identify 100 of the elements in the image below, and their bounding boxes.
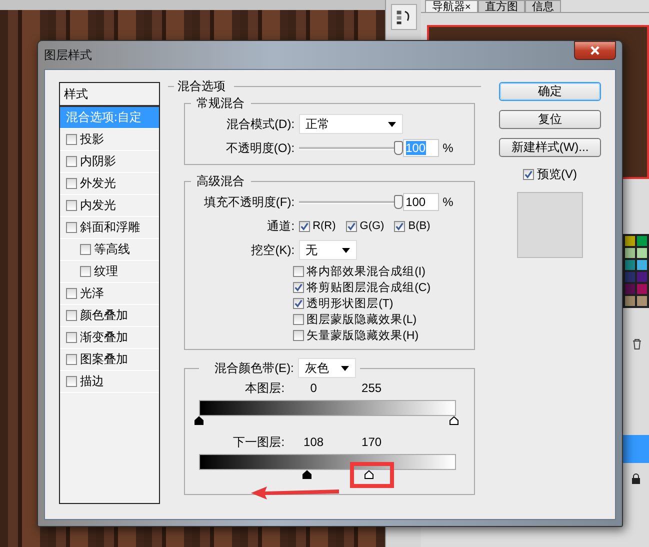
blend-if-dropdown[interactable]: 灰色 <box>298 358 356 378</box>
slider-thumb[interactable] <box>394 141 403 155</box>
dialog-button[interactable]: 新建样式(W)... <box>499 138 601 157</box>
knockout-dropdown[interactable]: 无 <box>298 240 357 260</box>
checkbox[interactable] <box>394 220 406 232</box>
close-button[interactable] <box>574 41 616 60</box>
field-label: 本图层: <box>244 380 285 396</box>
checkbox-label: 透明形状图层(T) <box>306 296 394 311</box>
number-field[interactable]: 100 <box>402 193 439 211</box>
field-label: 不透明度(O): <box>224 140 295 156</box>
range-thumb[interactable] <box>194 416 204 425</box>
style-list-item[interactable]: 颜色叠加 <box>60 305 159 327</box>
panel-tab[interactable]: 直方图 <box>478 0 525 12</box>
color-swatch[interactable] <box>636 295 648 307</box>
color-swatch[interactable] <box>624 283 636 295</box>
slider-thumb[interactable] <box>394 195 403 209</box>
unit-label: % <box>442 141 454 155</box>
style-list-item[interactable]: 投影 <box>60 129 159 151</box>
style-list-item[interactable]: 渐变叠加 <box>60 327 159 349</box>
checkbox[interactable] <box>292 298 304 309</box>
style-list-item[interactable]: 外发光 <box>60 173 159 195</box>
checkbox-label: 预览(V) <box>537 166 577 183</box>
checkbox[interactable] <box>346 220 357 232</box>
checkbox[interactable] <box>292 330 304 341</box>
panel-tab[interactable]: 信息 <box>524 0 561 12</box>
checkbox[interactable] <box>66 310 77 321</box>
trash-icon[interactable] <box>631 338 643 350</box>
checkbox[interactable] <box>66 200 77 211</box>
checkbox-label: 图层蒙版隐藏效果(L) <box>306 312 417 327</box>
color-swatch[interactable] <box>624 295 636 307</box>
color-swatch[interactable] <box>624 247 636 259</box>
field-label: 下一图层: <box>232 434 285 450</box>
style-label: 混合选项:自定 <box>66 109 142 126</box>
style-label: 光泽 <box>80 285 104 302</box>
style-list-item[interactable]: 内阴影 <box>60 151 159 173</box>
blend-mode-dropdown[interactable]: 正常 <box>298 114 403 134</box>
panel-tab[interactable]: 导航器× <box>425 0 478 12</box>
dialog-button[interactable]: 复位 <box>499 110 601 129</box>
gradient-range-slider[interactable] <box>194 400 461 426</box>
color-swatch[interactable] <box>624 235 636 247</box>
style-label: 纹理 <box>94 263 118 280</box>
checkbox[interactable] <box>66 354 77 365</box>
style-label: 描边 <box>80 373 104 390</box>
style-label: 颜色叠加 <box>80 307 128 324</box>
field-label: 填充不透明度(F): <box>202 194 295 210</box>
value-label: 108 <box>302 435 325 449</box>
style-list-item[interactable]: 描边 <box>60 371 159 393</box>
history-icon[interactable] <box>390 4 416 30</box>
checkbox[interactable] <box>292 266 304 277</box>
style-list-item[interactable]: 内发光 <box>60 195 159 217</box>
checkbox[interactable] <box>292 282 304 293</box>
checkbox-label: 将内部效果混合成组(I) <box>306 264 426 279</box>
style-label: 内发光 <box>80 197 116 214</box>
checkbox[interactable] <box>66 178 77 189</box>
checkbox[interactable] <box>66 134 77 145</box>
style-preview-swatch <box>517 192 583 258</box>
style-label: 内阴影 <box>80 153 116 170</box>
checkbox[interactable] <box>66 156 77 167</box>
checkbox[interactable] <box>66 332 77 343</box>
style-label: 图案叠加 <box>80 351 128 368</box>
style-label: 外发光 <box>80 175 116 192</box>
caret-icon <box>388 122 396 126</box>
field-label: 混合颜色带(E): <box>214 360 294 376</box>
style-label: 等高线 <box>94 241 130 258</box>
checkbox[interactable] <box>80 244 91 255</box>
window-title: 图层样式 <box>44 46 92 64</box>
color-swatch[interactable] <box>636 283 648 295</box>
style-label: 斜面和浮雕 <box>80 219 140 236</box>
color-swatch[interactable] <box>636 247 648 259</box>
style-list-item[interactable]: 图案叠加 <box>60 349 159 371</box>
checkbox[interactable] <box>66 376 77 387</box>
checkbox[interactable] <box>292 314 304 325</box>
range-thumb[interactable] <box>448 416 459 425</box>
close-icon <box>590 46 600 55</box>
checkbox-label: G(G) <box>360 220 384 232</box>
checkbox-label: R(R) <box>312 220 336 232</box>
lock-icon[interactable] <box>631 473 641 485</box>
style-list-item[interactable]: 斜面和浮雕 <box>60 217 159 239</box>
checkbox[interactable] <box>80 266 91 277</box>
color-swatch[interactable] <box>624 271 636 283</box>
checkbox[interactable] <box>66 288 77 299</box>
highlight-box <box>350 462 394 488</box>
style-label: 投影 <box>80 131 104 148</box>
color-swatch[interactable] <box>636 259 648 271</box>
style-list-item[interactable]: 光泽 <box>60 283 159 305</box>
color-swatch[interactable] <box>624 259 636 271</box>
checkbox-label: 矢量蒙版隐藏效果(H) <box>306 328 419 343</box>
caret-icon <box>342 248 350 252</box>
checkbox[interactable] <box>298 220 310 232</box>
dialog-button[interactable]: 确定 <box>499 82 601 101</box>
style-list-item[interactable]: 等高线 <box>60 239 159 261</box>
value-label: 255 <box>360 381 383 395</box>
field-label: 混合模式(D): <box>226 116 295 132</box>
caret-icon <box>340 366 349 370</box>
color-swatch[interactable] <box>636 235 648 247</box>
style-list-item[interactable]: 纹理 <box>60 261 159 283</box>
checkbox[interactable] <box>66 222 77 233</box>
color-swatch[interactable] <box>636 271 648 283</box>
style-label: 渐变叠加 <box>80 329 128 346</box>
checkbox[interactable] <box>523 169 534 180</box>
